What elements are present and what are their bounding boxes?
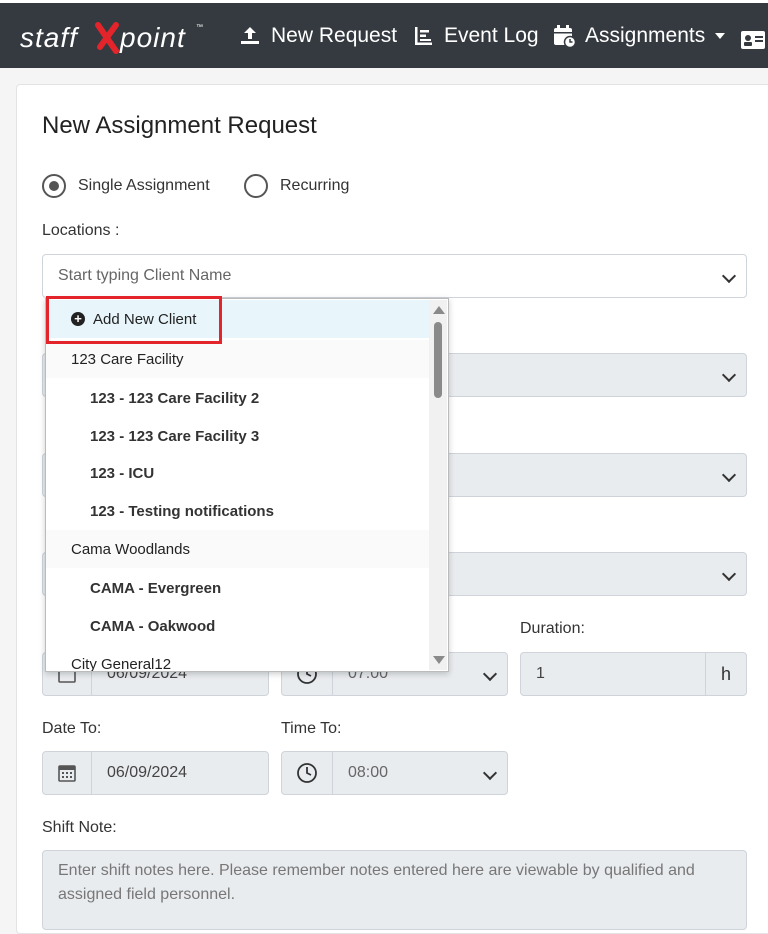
locations-dropdown: + Add New Client 123 Care Facility 123 -… — [45, 298, 449, 672]
highlight-box — [46, 296, 222, 344]
scroll-up-icon[interactable] — [433, 306, 445, 314]
dropdown-option-group[interactable]: City General12 — [46, 645, 431, 671]
nav-assignments-label: Assignments — [585, 24, 706, 47]
dropdown-option[interactable]: 123 - ICU — [46, 454, 431, 492]
chevron-down-icon — [721, 566, 737, 582]
nav-event-log-label: Event Log — [444, 24, 539, 47]
duration-input[interactable]: 1 — [520, 652, 706, 696]
dropdown-option[interactable]: CAMA - Oakwood — [46, 607, 431, 645]
svg-text:point: point — [119, 22, 186, 53]
dropdown-scrollbar[interactable] — [429, 300, 447, 670]
calendar-icon — [551, 23, 577, 49]
clock-addon — [281, 751, 333, 795]
dropdown-option[interactable]: CAMA - Evergreen — [46, 569, 431, 607]
chevron-down-icon — [482, 765, 498, 781]
date-to-label: Date To: — [42, 720, 102, 737]
calendar-addon — [42, 751, 92, 795]
chevron-down-icon — [715, 33, 726, 39]
list-icon — [410, 23, 436, 49]
id-card-icon — [740, 27, 766, 53]
dropdown-option[interactable]: 123 - 123 Care Facility 3 — [46, 417, 431, 455]
clock-icon — [297, 763, 317, 783]
upload-icon — [237, 23, 263, 49]
time-to-select[interactable]: 08:00 — [332, 751, 508, 795]
nav-profile[interactable] — [740, 25, 768, 55]
svg-text:staff: staff — [20, 22, 80, 53]
chevron-down-icon — [721, 367, 737, 383]
locations-select[interactable]: Start typing Client Name — [42, 254, 747, 298]
time-to-label: Time To: — [281, 720, 342, 737]
radio-single-label: Single Assignment — [78, 177, 210, 194]
radio-recurring[interactable]: Recurring — [244, 174, 349, 198]
scrollbar-thumb[interactable] — [434, 322, 442, 398]
locations-label: Locations : — [42, 222, 120, 239]
radio-recurring-label: Recurring — [280, 177, 350, 194]
shift-note-label: Shift Note: — [42, 819, 117, 836]
dropdown-option[interactable]: 123 - 123 Care Facility 2 — [46, 379, 431, 417]
nav-assignments[interactable]: Assignments — [551, 21, 726, 51]
scroll-down-icon[interactable] — [433, 656, 445, 664]
duration-label: Duration: — [520, 620, 585, 637]
staffpoint-logo[interactable]: staff point ™ — [20, 17, 210, 57]
nav-event-log[interactable]: Event Log — [410, 21, 539, 51]
dropdown-option-group[interactable]: Cama Woodlands — [46, 530, 431, 568]
nav-new-request[interactable]: New Request — [237, 21, 397, 51]
radio-unselected-icon — [244, 174, 268, 198]
dropdown-option[interactable]: 123 - Testing notifications — [46, 492, 431, 530]
time-to-value: 08:00 — [348, 764, 389, 781]
radio-selected-icon — [42, 174, 66, 198]
date-to-input[interactable]: 06/09/2024 — [91, 751, 269, 795]
nav-new-request-label: New Request — [271, 24, 398, 47]
dropdown-option-group[interactable]: 123 Care Facility — [46, 340, 431, 378]
locations-placeholder: Start typing Client Name — [58, 267, 232, 284]
radio-single-assignment[interactable]: Single Assignment — [42, 174, 210, 198]
page-title: New Assignment Request — [42, 112, 317, 139]
shift-note-textarea[interactable]: Enter shift notes here. Please remember … — [42, 850, 747, 930]
chevron-down-icon — [482, 666, 498, 682]
chevron-down-icon — [721, 268, 737, 284]
svg-text:™: ™ — [196, 24, 203, 31]
duration-unit: h — [705, 652, 747, 696]
chevron-down-icon — [721, 467, 737, 483]
calendar-icon — [58, 765, 76, 782]
navbar: staff point ™ New Request Event Log Assi… — [0, 0, 768, 68]
